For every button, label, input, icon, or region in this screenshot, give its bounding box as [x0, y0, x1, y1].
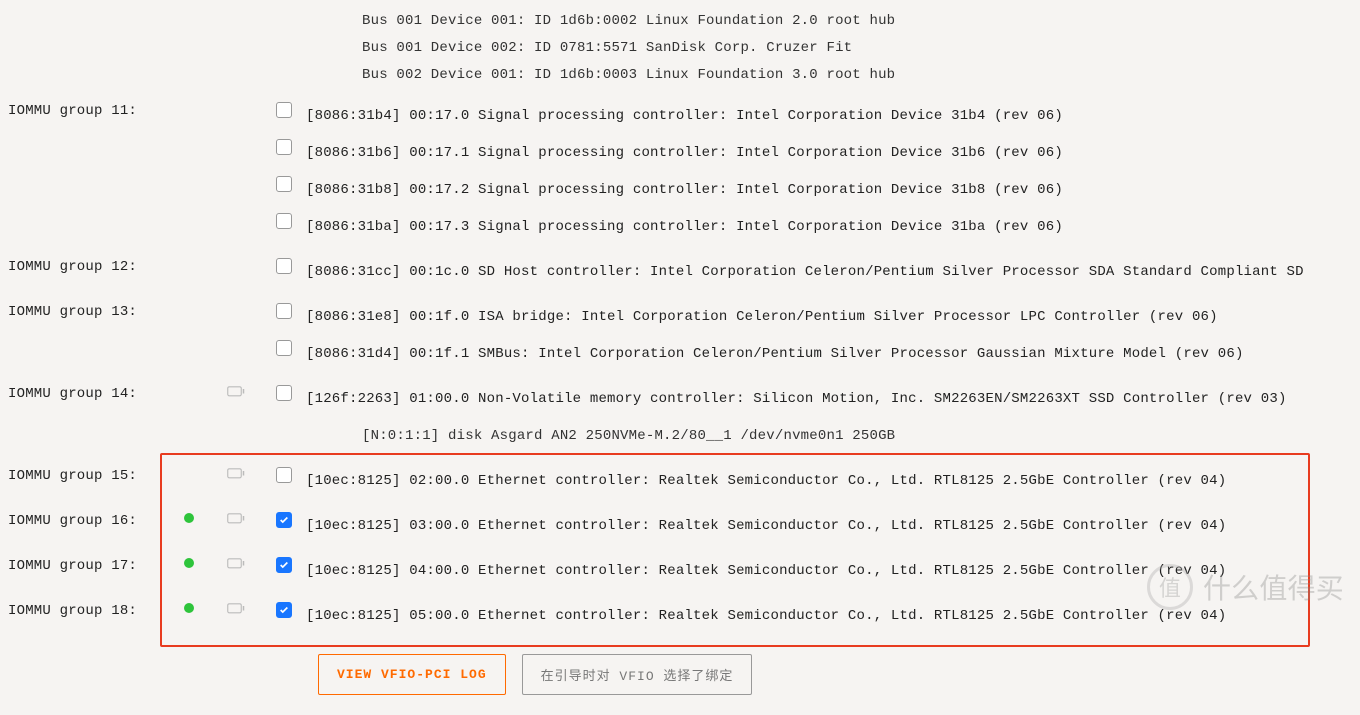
- status-cell: [168, 597, 210, 613]
- device-description: [8086:31b4] 00:17.0 Signal processing co…: [306, 103, 1352, 130]
- device-description: [10ec:8125] 04:00.0 Ethernet controller:…: [306, 558, 1352, 585]
- status-cell: [168, 134, 210, 140]
- status-cell: [168, 335, 210, 341]
- bind-checkbox[interactable]: [276, 176, 292, 192]
- device-icon-cell: [210, 380, 262, 398]
- bind-checkbox[interactable]: [276, 385, 292, 401]
- status-cell: [168, 507, 210, 523]
- device-icon: [227, 558, 245, 570]
- device-row: IOMMU group 18:[10ec:8125] 05:00.0 Ether…: [8, 595, 1352, 632]
- iommu-group: IOMMU group 18:[10ec:8125] 05:00.0 Ether…: [8, 591, 1352, 636]
- status-cell: [168, 97, 210, 103]
- group-label: [8, 208, 168, 214]
- device-icon: [227, 603, 245, 615]
- bind-checkbox[interactable]: [276, 213, 292, 229]
- device-description: [8086:31b8] 00:17.2 Signal processing co…: [306, 177, 1352, 204]
- device-icon-cell: [210, 597, 262, 615]
- device-icon-cell: [210, 208, 262, 214]
- usb-sub-line: Bus 001 Device 001: ID 1d6b:0002 Linux F…: [306, 8, 1352, 35]
- usb-sub-line: Bus 001 Device 002: ID 0781:5571 SanDisk…: [306, 35, 1352, 62]
- group-label: IOMMU group 13:: [8, 298, 168, 320]
- group-label: IOMMU group 11:: [8, 97, 168, 119]
- device-row: IOMMU group 16: [10ec:8125] 03:00.0 Ether…: [8, 505, 1352, 542]
- status-dot-icon: [184, 603, 194, 613]
- bind-checkbox[interactable]: [276, 557, 292, 573]
- device-row: [8086:31b8] 00:17.2 Signal processing co…: [8, 169, 1352, 206]
- device-row: IOMMU group 12: [8086:31cc] 00:1c.0 SD Ho…: [8, 251, 1352, 288]
- device-row: [8086:31ba] 00:17.3 Signal processing co…: [8, 206, 1352, 243]
- bind-checkbox[interactable]: [276, 602, 292, 618]
- status-cell: [168, 552, 210, 568]
- status-dot-icon: [184, 513, 194, 523]
- status-cell: [168, 171, 210, 177]
- device-icon: [227, 513, 245, 525]
- bind-checkbox[interactable]: [276, 467, 292, 483]
- device-description: [8086:31d4] 00:1f.1 SMBus: Intel Corpora…: [306, 341, 1352, 368]
- status-cell: [168, 380, 210, 386]
- bind-checkbox[interactable]: [276, 258, 292, 274]
- iommu-group: IOMMU group 13: [8086:31e8] 00:1f.0 ISA b…: [8, 292, 1352, 374]
- device-row: IOMMU group 11: [8086:31b4] 00:17.0 Signa…: [8, 95, 1352, 132]
- group-label: [8, 171, 168, 177]
- device-row: IOMMU group 13: [8086:31e8] 00:1f.0 ISA b…: [8, 296, 1352, 333]
- device-icon-cell: [210, 335, 262, 341]
- device-description: [126f:2263] 01:00.0 Non-Volatile memory …: [306, 386, 1352, 413]
- group-label: IOMMU group 16:: [8, 507, 168, 529]
- group-label: [8, 335, 168, 341]
- group-label: IOMMU group 14:: [8, 380, 168, 402]
- iommu-group: IOMMU group 12: [8086:31cc] 00:1c.0 SD Ho…: [8, 247, 1352, 292]
- device-icon: [227, 468, 245, 480]
- group-label: IOMMU group 18:: [8, 597, 168, 619]
- status-cell: [168, 253, 210, 259]
- bind-checkbox[interactable]: [276, 340, 292, 356]
- device-description: [8086:31cc] 00:1c.0 SD Host controller: …: [306, 259, 1352, 286]
- bind-checkbox[interactable]: [276, 102, 292, 118]
- iommu-group: IOMMU group 14: [126f:2263] 01:00.0 Non-V…: [8, 374, 1352, 456]
- device-icon-cell: [210, 97, 262, 103]
- device-row: IOMMU group 17: [10ec:8125] 04:00.0 Ether…: [8, 550, 1352, 587]
- device-row: [8086:31d4] 00:1f.1 SMBus: Intel Corpora…: [8, 333, 1352, 370]
- device-row: IOMMU group 15: [10ec:8125] 02:00.0 Ether…: [8, 460, 1352, 497]
- device-icon-cell: [210, 171, 262, 177]
- device-icon-cell: [210, 552, 262, 570]
- device-icon-cell: [210, 507, 262, 525]
- device-row: [8086:31b6] 00:17.1 Signal processing co…: [8, 132, 1352, 169]
- device-description: [8086:31e8] 00:1f.0 ISA bridge: Intel Co…: [306, 304, 1352, 331]
- bind-checkbox[interactable]: [276, 303, 292, 319]
- device-description: [8086:31b6] 00:17.1 Signal processing co…: [306, 140, 1352, 167]
- iommu-group: IOMMU group 17: [10ec:8125] 04:00.0 Ether…: [8, 546, 1352, 591]
- device-sub-line: [N:0:1:1] disk Asgard AN2 250NVMe-M.2/80…: [306, 423, 1352, 450]
- iommu-group: IOMMU group 11: [8086:31b4] 00:17.0 Signa…: [8, 91, 1352, 247]
- group-label: IOMMU group 15:: [8, 462, 168, 484]
- group-label: IOMMU group 17:: [8, 552, 168, 574]
- device-icon-cell: [210, 298, 262, 304]
- device-description: [10ec:8125] 03:00.0 Ethernet controller:…: [306, 513, 1352, 540]
- group-label: [8, 134, 168, 140]
- status-cell: [168, 462, 210, 468]
- device-description: [8086:31ba] 00:17.3 Signal processing co…: [306, 214, 1352, 241]
- iommu-group: IOMMU group 16: [10ec:8125] 03:00.0 Ether…: [8, 501, 1352, 546]
- group-label: IOMMU group 12:: [8, 253, 168, 275]
- device-description: [10ec:8125] 02:00.0 Ethernet controller:…: [306, 468, 1352, 495]
- device-icon: [227, 386, 245, 398]
- bind-checkbox[interactable]: [276, 512, 292, 528]
- bind-checkbox[interactable]: [276, 139, 292, 155]
- iommu-group: IOMMU group 15: [10ec:8125] 02:00.0 Ether…: [8, 456, 1352, 501]
- device-icon-cell: [210, 462, 262, 480]
- vfio-bind-on-boot-button[interactable]: 在引导时对 VFIO 选择了绑定: [522, 654, 753, 695]
- device-icon-cell: [210, 134, 262, 140]
- usb-sub-line: Bus 002 Device 001: ID 1d6b:0003 Linux F…: [306, 62, 1352, 89]
- view-vfio-log-button[interactable]: VIEW VFIO-PCI LOG: [318, 654, 506, 695]
- device-icon-cell: [210, 253, 262, 259]
- status-cell: [168, 298, 210, 304]
- status-dot-icon: [184, 558, 194, 568]
- device-row: IOMMU group 14: [126f:2263] 01:00.0 Non-V…: [8, 378, 1352, 415]
- status-cell: [168, 208, 210, 214]
